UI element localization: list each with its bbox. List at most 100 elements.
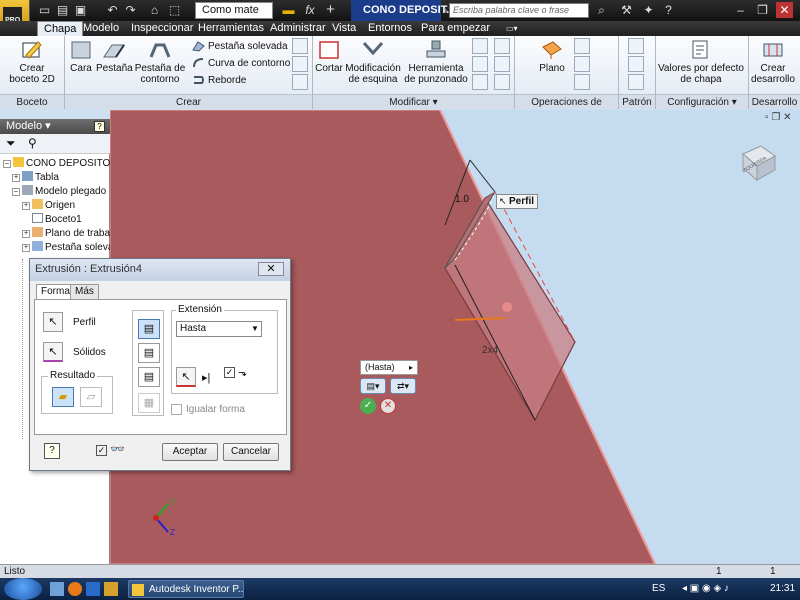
plano-button[interactable]: Plano — [532, 36, 572, 92]
direction-button[interactable]: ⇄▾ — [390, 378, 416, 394]
tab-herramientas[interactable]: Herramientas — [192, 21, 270, 36]
expand-icon[interactable]: + — [22, 230, 30, 238]
corner-chamfer-icon[interactable] — [494, 38, 510, 54]
tree-item-modelo-plegado[interactable]: – Modelo plegado — [0, 185, 106, 199]
media-icon[interactable] — [86, 582, 100, 596]
tab-administrar[interactable]: Administrar — [264, 21, 332, 36]
delete-face-icon[interactable] — [494, 74, 510, 90]
expand-icon[interactable]: + — [12, 174, 20, 182]
inventor-icon[interactable] — [104, 582, 118, 596]
help-icon[interactable]: ? — [44, 443, 60, 459]
language-indicator[interactable]: ES — [652, 578, 665, 600]
undo-icon[interactable]: ↶ — [104, 2, 121, 18]
herramienta-punzonado-button[interactable]: Herramienta de punzonado — [402, 36, 470, 92]
extend-checkbox[interactable]: ✓ — [224, 367, 235, 378]
ucs-icon[interactable] — [574, 74, 590, 90]
cortar-button[interactable]: Cortar — [314, 36, 344, 92]
pestana-contorno-button[interactable]: Pestaña de contorno — [134, 36, 186, 92]
pestana-button[interactable]: Pestaña — [96, 36, 133, 92]
tab-modelo[interactable]: Modelo — [77, 21, 125, 36]
expand-icon[interactable]: + — [22, 244, 30, 252]
curva-contorno-button[interactable]: Curva de contorno — [192, 55, 290, 72]
expand-icon[interactable]: + — [22, 202, 30, 210]
viewport-restore-icon[interactable]: ▫ ❐ ✕ — [765, 112, 791, 123]
extent-dropdown[interactable]: (Hasta) ▸ — [360, 360, 418, 375]
select-icon[interactable]: ⬚ — [166, 2, 183, 18]
corner-round-icon[interactable] — [472, 74, 488, 90]
flip-icon[interactable]: ▸| — [202, 371, 210, 384]
tree-item-tabla[interactable]: + Tabla — [0, 171, 59, 185]
material-icon[interactable]: ▬ — [280, 2, 297, 18]
formula-icon[interactable]: fx — [300, 2, 320, 18]
tab-vista[interactable]: Vista — [326, 21, 362, 36]
tab-para-empezar[interactable]: Para empezar — [415, 21, 496, 36]
tab-entornos[interactable]: Entornos — [362, 21, 418, 36]
output-type-button[interactable]: ▤▾ — [360, 378, 386, 394]
igualar-forma-checkbox[interactable] — [171, 404, 182, 415]
cut-result-button[interactable]: ▱ — [80, 387, 102, 407]
collapse-icon[interactable]: – — [12, 188, 20, 196]
maximize-button[interactable]: ❐ — [754, 2, 771, 18]
modificacion-esquina-button[interactable]: Modificación de esquina — [344, 36, 402, 92]
browser-title[interactable]: Modelo — [6, 120, 42, 132]
home-icon[interactable]: ⌂ — [146, 2, 163, 18]
crear-desarrollo-button[interactable]: Crear desarrollo — [750, 36, 796, 92]
view-cube[interactable]: IZQUIERDA — [735, 140, 781, 182]
corner-seam-icon[interactable] — [292, 74, 308, 90]
solids-select-button[interactable]: ↖ — [43, 342, 63, 362]
close-button[interactable]: ✕ — [776, 2, 793, 18]
reborde-button[interactable]: Reborde — [192, 72, 246, 89]
redo-icon[interactable]: ↷ — [122, 2, 139, 18]
tree-item-boceto1[interactable]: Boceto1 — [0, 213, 82, 227]
fold-icon[interactable] — [292, 38, 308, 54]
pestana-solevada-button[interactable]: Pestaña solevada — [192, 38, 288, 55]
filter-icon[interactable]: ⏷ — [6, 136, 16, 151]
dialog-title[interactable]: Extrusión : Extrusión4 — [30, 259, 290, 281]
search-input[interactable]: Escriba palabra clave o frase — [449, 3, 589, 18]
help-icon[interactable]: ? — [94, 121, 105, 132]
profile-select-button[interactable]: ↖ — [43, 312, 63, 332]
collapse-icon[interactable]: – — [3, 160, 11, 168]
tray-icons[interactable]: ◂ ▣ ◉ ◈ ♪ — [682, 578, 729, 600]
work-axis-icon[interactable] — [574, 38, 590, 54]
tools-icon[interactable]: ⚒ — [618, 2, 635, 18]
tree-item-pestana-solevada[interactable]: + Pestaña soleva — [0, 241, 113, 255]
valores-defecto-chapa-button[interactable]: Valores por defecto de chapa — [657, 36, 745, 92]
unfold-icon[interactable] — [472, 38, 488, 54]
search-icon[interactable]: ⌕ — [593, 2, 610, 18]
cancel-button[interactable]: Cancelar — [223, 443, 279, 461]
dialog-close-button[interactable]: ✕ — [258, 262, 284, 276]
start-button[interactable] — [4, 578, 42, 600]
save-icon[interactable]: ▣ — [72, 2, 89, 18]
open-icon[interactable]: ▤ — [54, 2, 71, 18]
ok-icon[interactable]: ✓ — [360, 398, 376, 414]
cancel-icon[interactable]: ✕ — [380, 398, 396, 414]
output-cut-icon[interactable]: ▤ — [138, 343, 160, 363]
preview-checkbox[interactable]: ✓ — [96, 445, 107, 456]
minimize-button[interactable]: – — [732, 2, 749, 18]
help-icon[interactable]: ? — [660, 2, 677, 18]
ribbon-options-icon[interactable]: ▭▾ — [500, 21, 524, 36]
explorer-icon[interactable] — [50, 582, 64, 596]
task-inventor[interactable]: Autodesk Inventor P... — [128, 580, 244, 598]
add-icon[interactable]: + — [322, 2, 339, 18]
star-icon[interactable]: ✦ — [640, 2, 657, 18]
find-icon[interactable]: ⚲ — [28, 136, 37, 150]
extension-select[interactable]: Hasta ▼ — [176, 321, 262, 337]
ok-button[interactable]: Aceptar — [162, 443, 218, 461]
join-button[interactable]: ▰ — [52, 387, 74, 407]
refold-icon[interactable] — [472, 56, 488, 72]
circ-pattern-icon[interactable] — [628, 56, 644, 72]
rect-pattern-icon[interactable] — [628, 38, 644, 54]
output-join-icon[interactable]: ▤ — [138, 319, 160, 339]
tab-inspeccionar[interactable]: Inspeccionar — [125, 21, 199, 36]
create-sketch-button[interactable]: Crear boceto 2D — [4, 36, 60, 92]
mirror-icon[interactable] — [628, 74, 644, 90]
new-icon[interactable]: ▭ — [36, 2, 53, 18]
grip-point[interactable] — [502, 302, 512, 312]
output-intersect-icon[interactable]: ▤ — [138, 367, 160, 387]
output-new-solid-icon[interactable]: ▦ — [138, 393, 160, 413]
firefox-icon[interactable] — [68, 582, 82, 596]
tree-item-origen[interactable]: + Origen — [0, 199, 75, 213]
split-icon[interactable] — [494, 56, 510, 72]
